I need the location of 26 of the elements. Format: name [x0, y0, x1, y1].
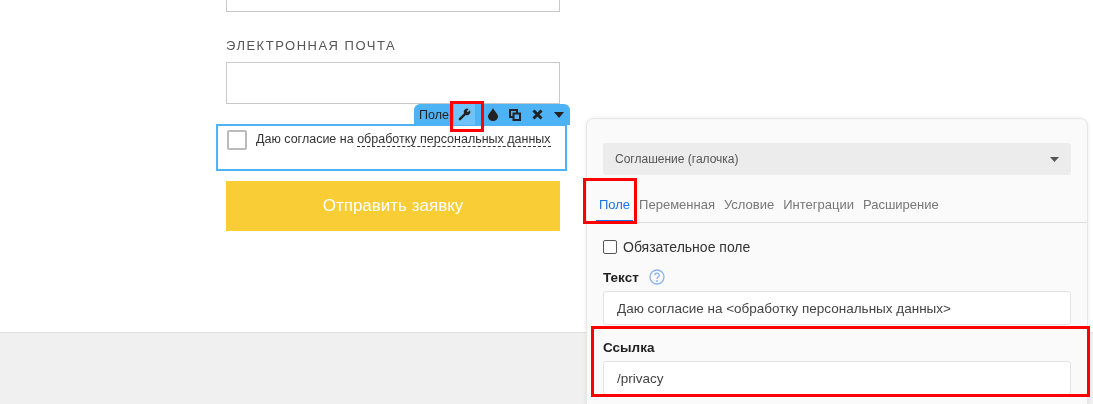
caret-icon	[1050, 156, 1059, 162]
settings-button[interactable]	[453, 104, 475, 125]
consent-text: Даю согласие на обработку персональных данных	[256, 131, 551, 148]
highlight-frame	[583, 178, 637, 224]
link-field[interactable]: /privacy	[603, 361, 1071, 395]
checkbox-label: Обязательное поле	[623, 239, 751, 255]
tab[interactable]: Переменная	[636, 191, 718, 222]
field-label: Текст	[603, 269, 639, 285]
copy-icon	[509, 108, 522, 121]
caret-icon	[554, 111, 565, 118]
checkbox[interactable]	[227, 130, 247, 150]
wrench-icon	[457, 108, 471, 121]
field-label: ЭЛЕКТРОННАЯ ПОЧТА	[226, 38, 398, 53]
close-icon	[531, 109, 543, 120]
type-select[interactable]: Соглашение (галочка)	[603, 143, 1071, 175]
tab[interactable]: Расширение	[859, 191, 942, 222]
toolbar-label: Поле	[419, 107, 449, 122]
tab[interactable]: Интеграции	[780, 191, 857, 222]
drop-icon	[488, 108, 499, 121]
consent-link[interactable]: обработку персональных данных	[357, 132, 551, 147]
field-label: Ссылка	[603, 340, 655, 355]
tab[interactable]: Условие	[720, 191, 778, 222]
tab[interactable]: Поле	[596, 191, 634, 222]
text-field[interactable]: Даю согласие на <обработку персональных данных>	[603, 291, 1071, 325]
checkbox[interactable]	[603, 240, 617, 254]
highlight-frame	[450, 101, 484, 132]
